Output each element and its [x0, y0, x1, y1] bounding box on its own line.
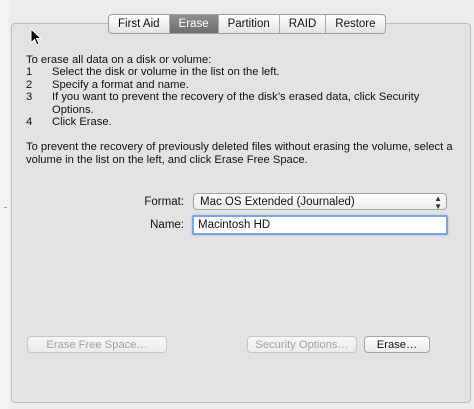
sidebar-edge: [0, 0, 9, 409]
tab-restore[interactable]: Restore: [325, 15, 384, 33]
security-options-button[interactable]: Security Options…: [247, 336, 357, 353]
step-text: Click Erase.: [52, 116, 112, 129]
step-text: Specify a format and name.: [52, 78, 189, 91]
step-number: 3: [26, 91, 33, 104]
instruction-step: 4 Click Erase.: [26, 116, 456, 128]
instruction-step: 3 If you want to prevent the recovery of…: [26, 91, 456, 116]
erase-free-space-button[interactable]: Erase Free Space…: [27, 336, 167, 353]
disk-utility-window: First Aid Erase Partition RAID Restore T…: [0, 0, 474, 409]
step-number: 4: [26, 116, 33, 129]
format-select-value: Mac OS Extended (Journaled): [200, 196, 355, 208]
instruction-step: 2 Specify a format and name.: [26, 79, 456, 91]
step-text: Select the disk or volume in the list on…: [52, 66, 280, 79]
step-number: 1: [26, 66, 33, 79]
step-number: 2: [26, 78, 33, 91]
name-label: Name:: [150, 219, 184, 231]
tab-first-aid[interactable]: First Aid: [109, 15, 169, 33]
format-label: Format:: [144, 196, 184, 208]
name-input[interactable]: [192, 215, 448, 235]
instruction-step: 1 Select the disk or volume in the list …: [26, 66, 456, 78]
tab-bar: First Aid Erase Partition RAID Restore: [108, 14, 386, 34]
updown-arrows-icon: ▲ ▼: [434, 194, 442, 211]
erase-instructions: To erase all data on a disk or volume: 1…: [26, 54, 456, 166]
tab-raid[interactable]: RAID: [278, 15, 325, 33]
step-text: If you want to prevent the recovery of t…: [52, 91, 420, 116]
format-select[interactable]: Mac OS Extended (Journaled) ▲ ▼: [193, 193, 447, 211]
erase-button[interactable]: Erase…: [364, 336, 430, 353]
instructions-intro: To erase all data on a disk or volume:: [26, 54, 212, 66]
mouse-pointer-icon: [30, 28, 42, 46]
split-divider-handle[interactable]: [4, 207, 7, 208]
tab-erase[interactable]: Erase: [168, 15, 218, 33]
free-space-instructions: To prevent the recovery of previously de…: [26, 141, 453, 166]
tab-partition[interactable]: Partition: [217, 15, 279, 33]
